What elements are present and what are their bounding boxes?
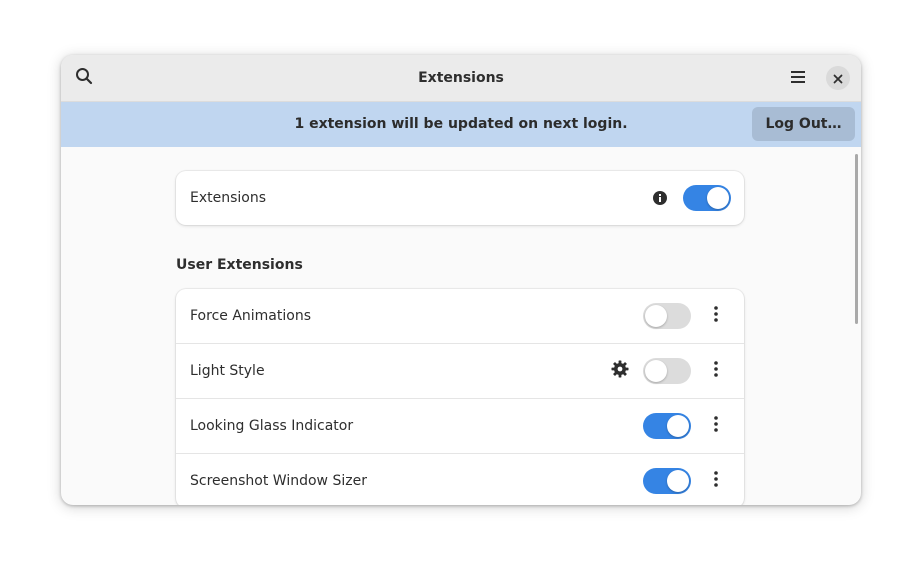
extension-settings-button[interactable] [611,360,629,382]
extension-switch[interactable] [643,413,691,439]
extension-row: Looking Glass Indicator [176,399,744,454]
switch-knob [645,305,667,327]
master-toggle-label: Extensions [190,190,267,206]
extension-switch[interactable] [643,303,691,329]
extension-row: Light Style [176,344,744,399]
extension-menu-button[interactable] [704,414,728,438]
extension-switch[interactable] [643,468,691,494]
extension-name: Screenshot Window Sizer [190,473,367,489]
extensions-content: Extensions User Extensions Force Animati… [61,147,861,505]
extension-row: Screenshot Window Sizer [176,454,744,505]
switch-knob [667,415,689,437]
hamburger-menu-icon [790,69,806,88]
user-extensions-heading: User Extensions [176,257,303,273]
extensions-window: Extensions 1 extension will be updated o… [61,55,861,505]
extensions-master-switch[interactable] [683,185,731,211]
main-menu-button[interactable] [782,62,814,94]
info-icon[interactable] [651,189,669,207]
master-toggle-row: Extensions [176,171,744,225]
close-button[interactable] [826,66,850,90]
gear-icon [611,360,629,382]
vertical-dots-icon [714,471,718,491]
extension-name: Looking Glass Indicator [190,418,354,434]
log-out-button[interactable]: Log Out… [752,107,855,141]
master-toggle-card: Extensions [176,171,744,225]
extension-name: Light Style [190,363,265,379]
vertical-dots-icon [714,416,718,436]
vertical-dots-icon [714,361,718,381]
extension-row: Force Animations [176,289,744,344]
extension-menu-button[interactable] [704,304,728,328]
switch-knob [667,470,689,492]
close-icon [833,69,843,88]
extension-switch[interactable] [643,358,691,384]
user-extensions-list: Force Animations Light Style Looking Gla… [176,289,744,505]
scrollbar[interactable] [855,154,858,324]
switch-knob [707,187,729,209]
vertical-dots-icon [714,306,718,326]
extension-name: Force Animations [190,308,311,324]
window-title: Extensions [418,70,504,86]
extension-menu-button[interactable] [704,359,728,383]
update-infobar: 1 extension will be updated on next logi… [61,102,861,147]
headerbar: Extensions [61,55,861,102]
infobar-message: 1 extension will be updated on next logi… [294,116,628,132]
extension-menu-button[interactable] [704,469,728,493]
switch-knob [645,360,667,382]
